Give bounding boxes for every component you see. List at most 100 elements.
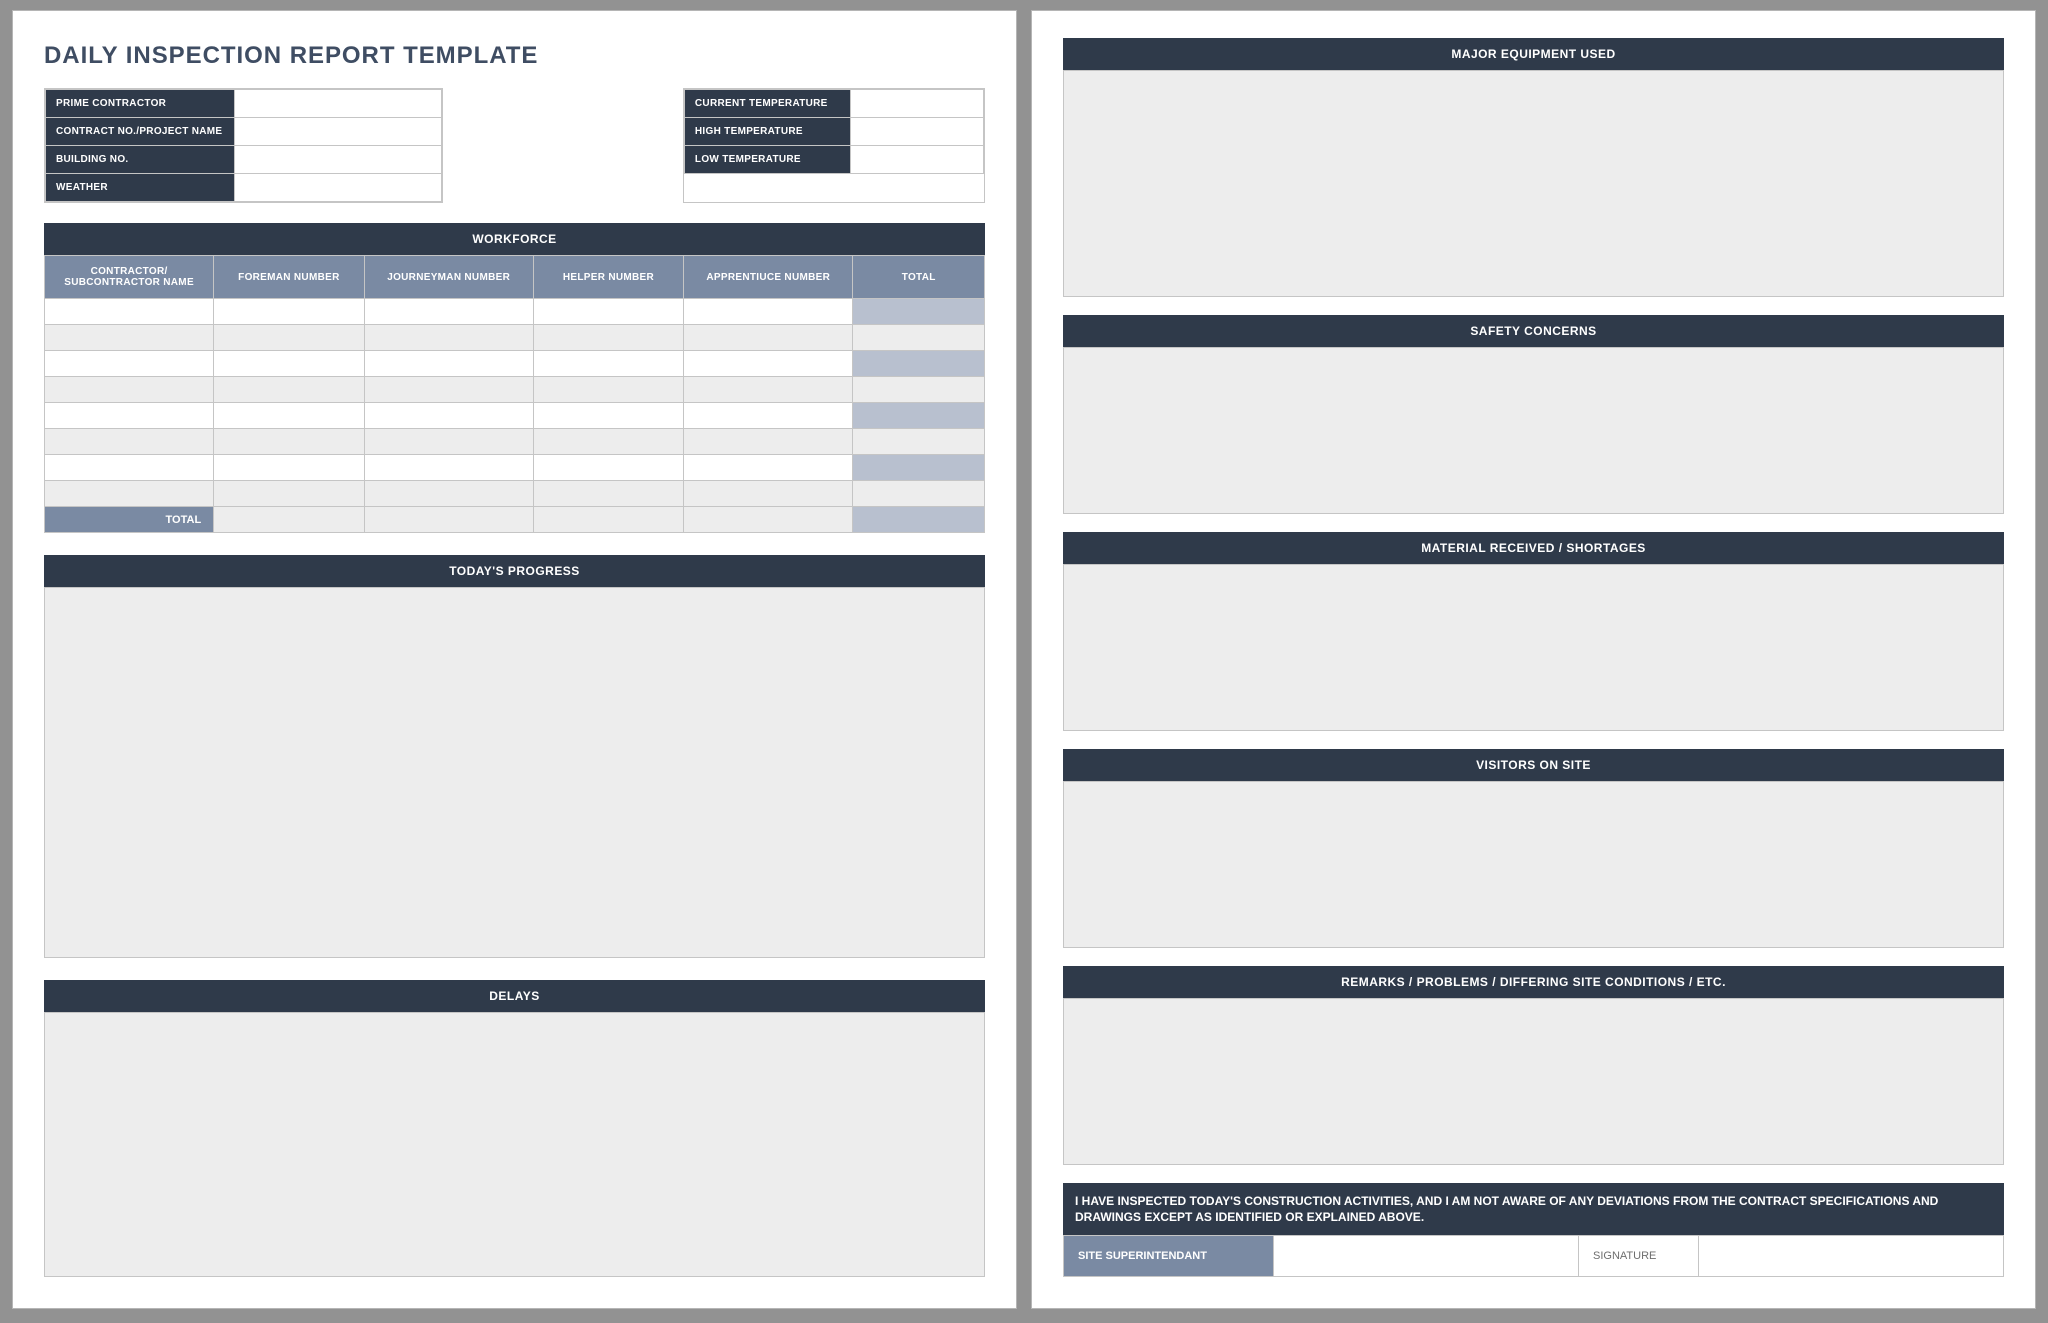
table-cell[interactable] — [684, 325, 853, 351]
table-cell[interactable] — [853, 403, 985, 429]
table-cell[interactable] — [853, 429, 985, 455]
table-cell[interactable] — [533, 481, 683, 507]
progress-header: TODAY'S PROGRESS — [44, 555, 985, 587]
table-cell[interactable] — [364, 455, 533, 481]
table-cell[interactable] — [533, 351, 683, 377]
signature-row: SITE SUPERINTENDANT SIGNATURE — [1063, 1235, 2004, 1277]
table-cell[interactable] — [853, 351, 985, 377]
table-cell[interactable] — [45, 481, 214, 507]
table-row — [45, 455, 985, 481]
col-journeyman: JOURNEYMAN NUMBER — [364, 256, 533, 299]
table-row — [45, 351, 985, 377]
field-high-temp[interactable] — [851, 118, 984, 146]
label-low-temp: LOW TEMPERATURE — [684, 146, 850, 174]
table-cell[interactable] — [214, 403, 364, 429]
table-cell[interactable] — [214, 455, 364, 481]
table-row — [45, 325, 985, 351]
visitors-body[interactable] — [1063, 781, 2004, 948]
table-cell[interactable] — [853, 325, 985, 351]
table-cell[interactable] — [364, 429, 533, 455]
field-contract-no[interactable] — [235, 118, 441, 146]
table-cell[interactable] — [364, 351, 533, 377]
table-cell[interactable] — [45, 377, 214, 403]
table-cell[interactable] — [214, 377, 364, 403]
table-cell[interactable] — [533, 429, 683, 455]
document-title: DAILY INSPECTION REPORT TEMPLATE — [44, 42, 985, 70]
workforce-total-journeyman — [364, 507, 533, 533]
safety-header: SAFETY CONCERNS — [1063, 315, 2004, 347]
table-cell[interactable] — [853, 455, 985, 481]
table-cell[interactable] — [214, 351, 364, 377]
table-cell[interactable] — [684, 455, 853, 481]
table-cell[interactable] — [214, 299, 364, 325]
material-body[interactable] — [1063, 564, 2004, 731]
major-equipment-body[interactable] — [1063, 70, 2004, 297]
table-cell[interactable] — [45, 351, 214, 377]
col-apprentice: APPRENTIUCE NUMBER — [684, 256, 853, 299]
workforce-grand-total — [853, 507, 985, 533]
table-cell[interactable] — [45, 299, 214, 325]
table-cell[interactable] — [45, 455, 214, 481]
table-row — [45, 377, 985, 403]
workforce-total-foreman — [214, 507, 364, 533]
visitors-section: VISITORS ON SITE — [1063, 749, 2004, 948]
table-cell[interactable] — [364, 299, 533, 325]
table-cell[interactable] — [684, 429, 853, 455]
table-cell[interactable] — [684, 403, 853, 429]
field-signature[interactable] — [1699, 1236, 2003, 1276]
table-cell[interactable] — [364, 403, 533, 429]
table-cell[interactable] — [853, 377, 985, 403]
field-current-temp[interactable] — [851, 90, 984, 118]
table-cell[interactable] — [533, 377, 683, 403]
label-building-no: BUILDING NO. — [46, 146, 235, 174]
label-site-superintendant: SITE SUPERINTENDANT — [1064, 1236, 1274, 1276]
table-cell[interactable] — [684, 351, 853, 377]
workforce-total-helper — [533, 507, 683, 533]
field-weather[interactable] — [235, 174, 441, 202]
major-equipment-header: MAJOR EQUIPMENT USED — [1063, 38, 2004, 70]
table-cell[interactable] — [684, 299, 853, 325]
table-row — [45, 299, 985, 325]
visitors-header: VISITORS ON SITE — [1063, 749, 2004, 781]
col-helper: HELPER NUMBER — [533, 256, 683, 299]
table-cell[interactable] — [684, 481, 853, 507]
meta-row: PRIME CONTRACTOR CONTRACT NO./PROJECT NA… — [44, 88, 985, 203]
progress-body[interactable] — [44, 587, 985, 958]
remarks-body[interactable] — [1063, 998, 2004, 1165]
delays-header: DELAYS — [44, 980, 985, 1012]
workforce-table: CONTRACTOR/ SUBCONTRACTOR NAME FOREMAN N… — [44, 255, 985, 533]
table-cell[interactable] — [684, 377, 853, 403]
delays-body[interactable] — [44, 1012, 985, 1277]
delays-section: DELAYS — [44, 980, 985, 1277]
table-cell[interactable] — [533, 299, 683, 325]
table-cell[interactable] — [45, 325, 214, 351]
field-low-temp[interactable] — [851, 146, 984, 174]
safety-body[interactable] — [1063, 347, 2004, 514]
field-site-superintendant[interactable] — [1274, 1236, 1579, 1276]
table-cell[interactable] — [533, 403, 683, 429]
table-cell[interactable] — [533, 325, 683, 351]
workforce-total-row: TOTAL — [45, 507, 985, 533]
table-cell[interactable] — [214, 429, 364, 455]
table-cell[interactable] — [533, 455, 683, 481]
table-cell[interactable] — [214, 481, 364, 507]
table-cell[interactable] — [214, 325, 364, 351]
field-prime-contractor[interactable] — [235, 90, 441, 118]
table-cell[interactable] — [364, 325, 533, 351]
page-2: MAJOR EQUIPMENT USED SAFETY CONCERNS MAT… — [1031, 10, 2036, 1309]
workforce-total-apprentice — [684, 507, 853, 533]
table-cell[interactable] — [364, 481, 533, 507]
col-foreman: FOREMAN NUMBER — [214, 256, 364, 299]
col-total: TOTAL — [853, 256, 985, 299]
label-current-temp: CURRENT TEMPERATURE — [684, 90, 850, 118]
table-cell[interactable] — [45, 429, 214, 455]
table-cell[interactable] — [853, 481, 985, 507]
table-cell[interactable] — [364, 377, 533, 403]
table-cell[interactable] — [45, 403, 214, 429]
progress-section: TODAY'S PROGRESS — [44, 555, 985, 958]
field-building-no[interactable] — [235, 146, 441, 174]
two-page-spread: DAILY INSPECTION REPORT TEMPLATE PRIME C… — [0, 0, 2048, 1323]
table-cell[interactable] — [853, 299, 985, 325]
label-weather: WEATHER — [46, 174, 235, 202]
page-1: DAILY INSPECTION REPORT TEMPLATE PRIME C… — [12, 10, 1017, 1309]
